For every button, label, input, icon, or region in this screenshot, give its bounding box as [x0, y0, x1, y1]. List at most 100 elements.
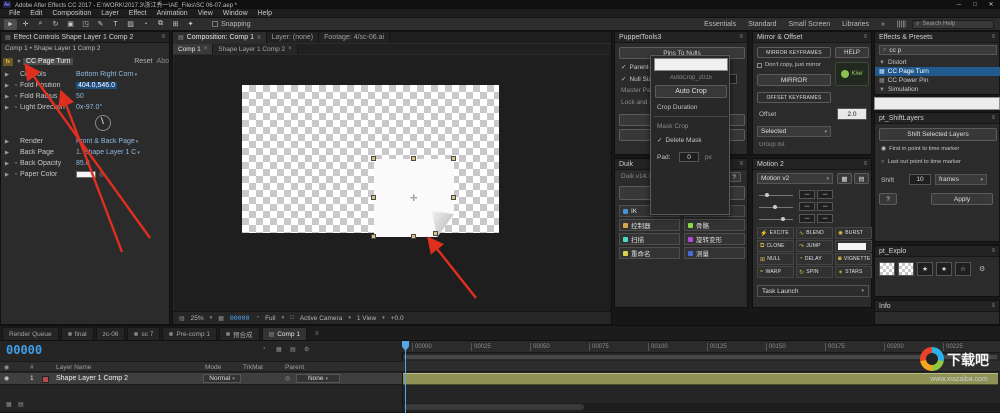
workspace-overflow-icon[interactable]: » [881, 21, 885, 28]
stopwatch-icon[interactable]: ◔ [11, 105, 20, 111]
motion-color-chip[interactable] [835, 240, 872, 252]
maximize-button[interactable]: □ [969, 2, 981, 8]
scrollbar-thumb[interactable] [404, 404, 584, 410]
stopwatch-icon[interactable]: ◔ [11, 161, 20, 167]
duik-bones-button[interactable]: 骨骼 [684, 219, 745, 231]
composition-viewport[interactable]: ✛ [174, 55, 611, 313]
workspace-essentials[interactable]: Essentials [704, 21, 736, 28]
blend-mode-dropdown[interactable]: Normal ▾ [203, 374, 241, 383]
selection-handle[interactable] [371, 195, 376, 200]
zoom-level[interactable]: 25% [191, 315, 204, 322]
twirl-icon[interactable]: ▶ [3, 83, 11, 89]
menu-item-help[interactable]: Help [253, 10, 277, 17]
effect-twirl-icon[interactable]: ▼ [15, 59, 23, 65]
falloff-slider[interactable] [759, 203, 793, 212]
falloff-option-a[interactable]: ─ [799, 202, 815, 211]
timeline-panel-menu[interactable]: ≡ [309, 327, 325, 340]
delete-mask-item[interactable]: ✓ Delete Mask [657, 136, 702, 145]
duik-rename-button[interactable]: 重命名 [619, 247, 680, 259]
effect-name[interactable]: CC Page Turn [23, 58, 74, 65]
roto-brush-tool-icon[interactable]: ⧉ [154, 19, 167, 30]
selection-handle[interactable] [371, 234, 376, 239]
tab-comp-1[interactable]: ▤ Comp 1 [261, 327, 307, 340]
workspace-libraries[interactable]: Libraries [842, 21, 869, 28]
effect-header-row[interactable]: fx ▼ CC Page Turn Reset Abo [3, 56, 169, 67]
type-tool-icon[interactable]: T [109, 19, 122, 30]
help-button[interactable]: HELP [835, 47, 869, 58]
paper-color-swatch[interactable] [76, 171, 96, 178]
motion-tool-delay[interactable]: ◔ DELAY [796, 253, 833, 265]
selection-handle[interactable] [371, 156, 376, 161]
falloff-option-a[interactable]: ─ [799, 214, 815, 223]
shift-help-button[interactable]: ? [879, 193, 897, 205]
mirror-button[interactable]: MIRROR [757, 74, 831, 86]
work-area-bar[interactable] [403, 354, 998, 360]
explo-thumbnail[interactable] [879, 262, 895, 276]
fold-corner-handle[interactable] [433, 231, 438, 236]
falloff-slider[interactable] [759, 191, 793, 200]
pen-tool-icon[interactable]: ✎ [94, 19, 107, 30]
panel-menu-icon[interactable]: ≡ [991, 248, 995, 254]
panel-menu-icon[interactable]: ≡ [991, 303, 995, 309]
explo-thumbnail[interactable] [898, 262, 914, 276]
property-row-controls[interactable]: ▶ Controls Bottom Right Corn ▾ [3, 69, 169, 80]
controls-dropdown[interactable]: Bottom Right Corn ▾ [76, 71, 137, 78]
tab-render-queue[interactable]: Render Queue [2, 327, 59, 340]
layer-duration-bar[interactable] [403, 373, 998, 385]
light-direction-dial[interactable] [95, 115, 111, 131]
effect-reset-button[interactable]: Reset [134, 58, 152, 65]
twirl-icon[interactable]: ▶ [3, 150, 11, 156]
graph-editor-icon[interactable]: ▤ [18, 401, 24, 408]
task-launch-bar[interactable]: Task Launch ▾ [757, 285, 869, 297]
falloff-slider[interactable] [759, 215, 793, 224]
preview-timecode[interactable]: 00000 [230, 314, 250, 322]
twirl-icon[interactable]: ▶ [3, 72, 11, 78]
menu-item-effect[interactable]: Effect [124, 10, 152, 17]
twirl-icon[interactable]: ▶ [3, 139, 11, 145]
eyedropper-icon[interactable]: ◎ [99, 171, 104, 178]
shift-unit-dropdown[interactable]: frames ▾ [935, 174, 987, 185]
back-page-dropdown[interactable]: 1. Shape Layer 1 C ▾ [76, 149, 140, 156]
time-ruler[interactable]: 00000 00025 00050 00075 00100 00125 0015… [402, 341, 1000, 353]
explo-star-outline-tile[interactable]: ☆ [955, 262, 971, 276]
info-tab[interactable]: Info ≡ [875, 301, 999, 312]
close-icon[interactable]: × [204, 46, 208, 52]
twirl-icon[interactable]: ▶ [3, 105, 11, 111]
minimize-button[interactable]: ─ [953, 2, 965, 8]
parent-dropdown[interactable]: None ▾ [296, 374, 340, 383]
panel-menu-icon[interactable]: ≡ [161, 34, 165, 40]
horizontal-scrollbar[interactable] [402, 403, 1000, 411]
motion-tool-jump[interactable]: ↷ JUMP [796, 240, 833, 252]
shift-selected-layers-button[interactable]: Shift Selected Layers [879, 128, 997, 141]
property-row-paper-color[interactable]: ▶ ◔ Paper Color ◎ [3, 169, 169, 180]
property-row-fold-radius[interactable]: ▶ ◔ Fold Radius 50 [3, 91, 169, 102]
panel-menu-icon[interactable]: ≡ [739, 161, 743, 167]
snapshot-icon[interactable]: ◔ [255, 315, 259, 321]
puppettools-tab[interactable]: PuppetTools3 ≡ [615, 32, 747, 43]
comp-mini-flowchart-icon[interactable]: ◔ [262, 346, 266, 352]
expand-layers-icon[interactable]: ▦ [6, 401, 12, 408]
tab-composition[interactable]: ▤ Composition: Comp 1 ≡ [173, 32, 267, 43]
effect-controls-tab[interactable]: ▤ Effect Controls Shape Layer 1 Comp 2 ≡ [1, 32, 169, 43]
panel-menu-icon[interactable]: ≡ [991, 115, 995, 121]
stopwatch-icon[interactable]: ◔ [11, 94, 20, 100]
menu-item-view[interactable]: View [193, 10, 218, 17]
selection-handle[interactable] [451, 195, 456, 200]
panel-menu-icon[interactable]: ≡ [991, 34, 995, 40]
auto-crop-button[interactable]: Auto Crop [655, 85, 727, 98]
panel-menu-icon[interactable]: ≡ [739, 34, 743, 40]
stopwatch-icon[interactable]: ◔ [11, 172, 20, 178]
stopwatch-icon[interactable]: ◔ [11, 83, 20, 89]
menu-item-animation[interactable]: Animation [152, 10, 193, 17]
offset-input[interactable]: 2.0 [837, 108, 867, 120]
hide-shy-icon[interactable]: ▤ [290, 346, 296, 353]
twirl-icon[interactable]: ▶ [3, 94, 11, 100]
mirror-offset-tab[interactable]: Mirror & Offset ≡ [753, 32, 871, 43]
offset-target-dropdown[interactable]: Selected ▾ [757, 126, 831, 137]
dont-copy-checkbox[interactable]: Don't copy, just mirror [757, 62, 821, 68]
effect-about-button[interactable]: Abo [157, 58, 169, 65]
motion-tool-excite[interactable]: ⚡ EXCITE [757, 227, 794, 239]
option-first-in-point[interactable]: ◉ First in point to time marker [881, 146, 959, 152]
tab-sc-7[interactable]: sc 7 [127, 327, 161, 340]
puppet-pin-tool-icon[interactable]: ✦ [184, 19, 197, 30]
